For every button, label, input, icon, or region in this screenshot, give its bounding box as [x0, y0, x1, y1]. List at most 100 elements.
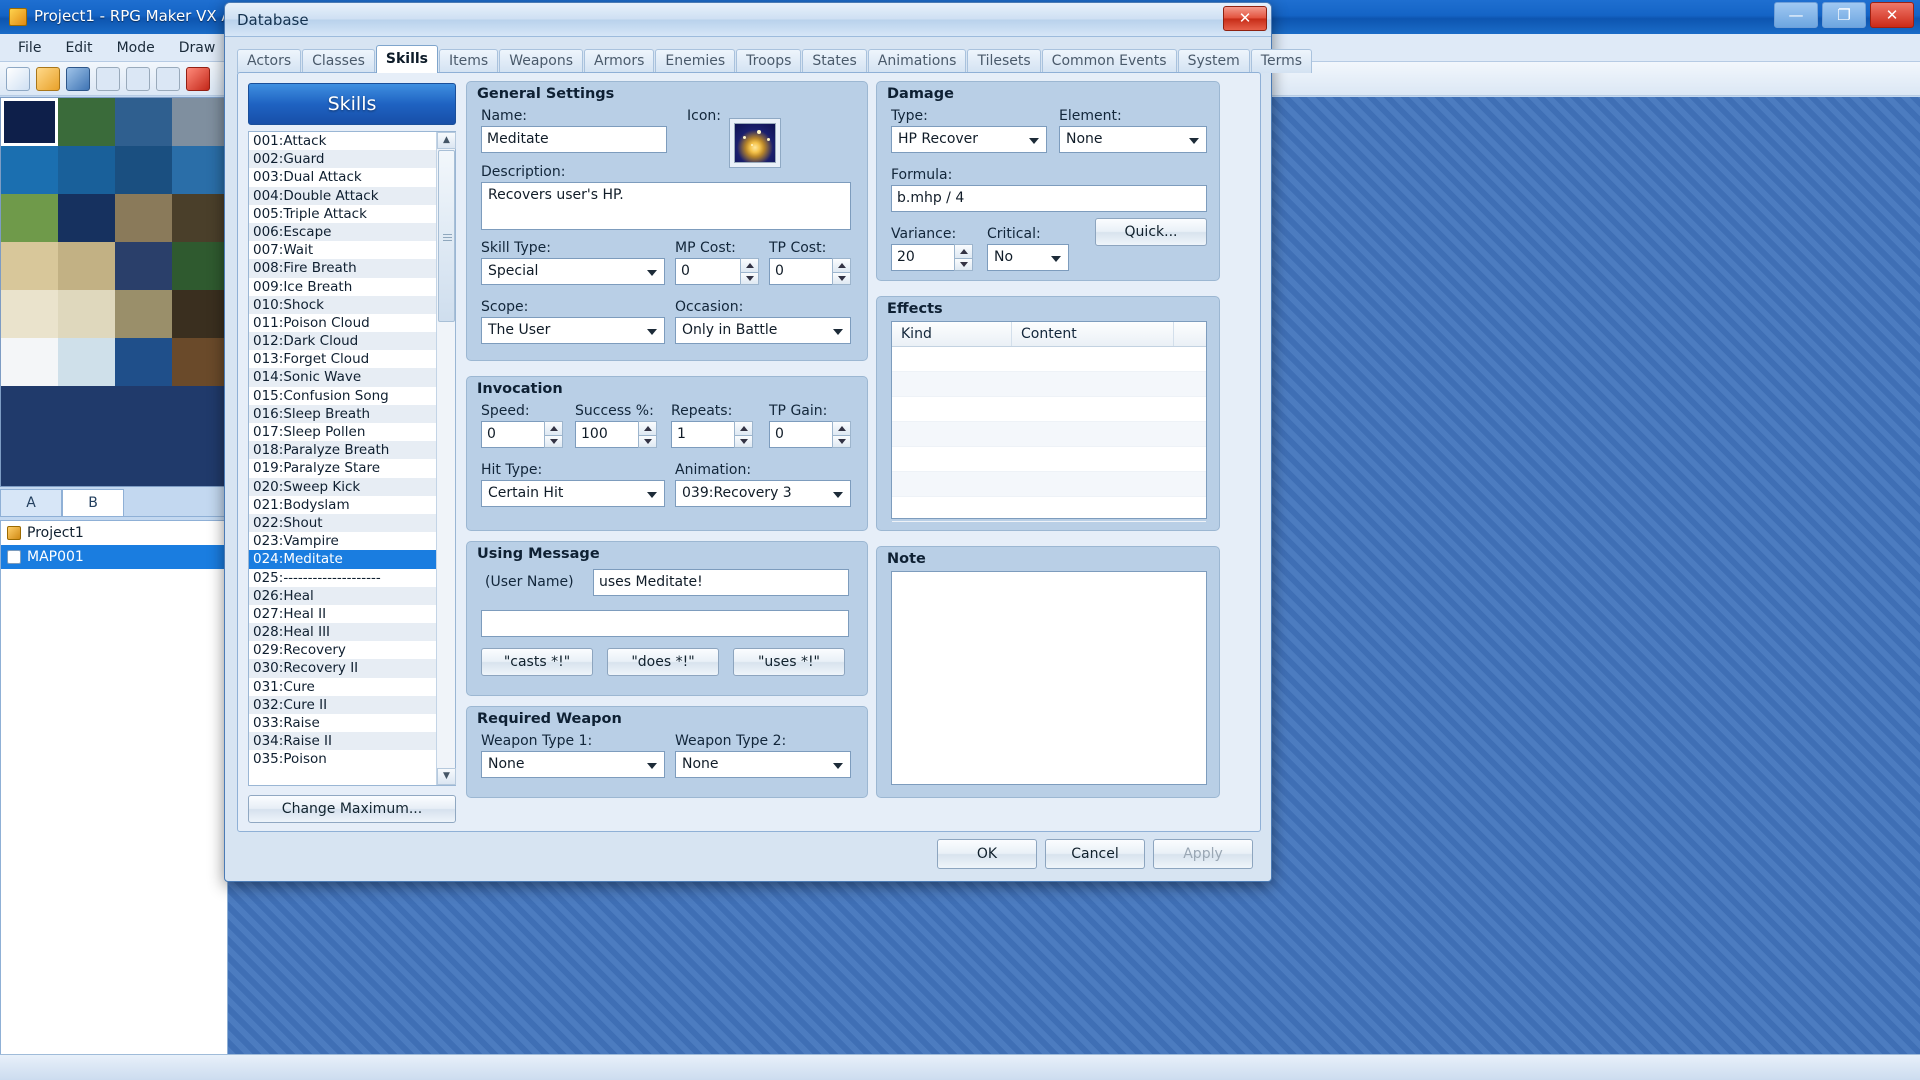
- ok-button[interactable]: OK: [937, 839, 1037, 869]
- menu-edit[interactable]: Edit: [55, 37, 102, 59]
- skill-list-item[interactable]: 013:Forget Cloud: [249, 350, 437, 368]
- tab-enemies[interactable]: Enemies: [655, 49, 735, 73]
- skill-list-item[interactable]: 007:Wait: [249, 241, 437, 259]
- tile-cell[interactable]: [1, 242, 58, 290]
- menu-file[interactable]: File: [8, 37, 51, 59]
- skill-list-item[interactable]: 022:Shout: [249, 514, 437, 532]
- tile-cell[interactable]: [1, 146, 58, 194]
- speed-decrement-icon[interactable]: [544, 435, 563, 449]
- does-preset-button[interactable]: "does *!": [607, 648, 719, 676]
- tab-items[interactable]: Items: [439, 49, 498, 73]
- skill-list-item[interactable]: 009:Ice Breath: [249, 278, 437, 296]
- tile-cell[interactable]: [172, 338, 228, 386]
- tile-cell[interactable]: [58, 194, 115, 242]
- success-increment-icon[interactable]: [638, 421, 657, 435]
- table-row[interactable]: [892, 472, 1206, 497]
- element-select[interactable]: None: [1059, 126, 1207, 153]
- new-project-icon[interactable]: [6, 67, 30, 91]
- tile-cell[interactable]: [58, 242, 115, 290]
- tile-cell[interactable]: [58, 290, 115, 338]
- tp-cost-stepper[interactable]: 0: [769, 258, 851, 285]
- maximize-icon[interactable]: ❐: [1822, 2, 1866, 28]
- hit-type-select[interactable]: Certain Hit: [481, 480, 665, 507]
- tab-animations[interactable]: Animations: [868, 49, 967, 73]
- copy-icon[interactable]: [126, 67, 150, 91]
- skill-list-item[interactable]: 031:Cure: [249, 678, 437, 696]
- tile-cell[interactable]: [1, 290, 58, 338]
- tile-cell[interactable]: [1, 194, 58, 242]
- skill-list-item[interactable]: 023:Vampire: [249, 532, 437, 550]
- skill-list-item[interactable]: 004:Double Attack: [249, 187, 437, 205]
- tile-cell[interactable]: [172, 194, 228, 242]
- tile-cell[interactable]: [58, 146, 115, 194]
- table-row[interactable]: [892, 497, 1206, 522]
- apply-button[interactable]: Apply: [1153, 839, 1253, 869]
- scroll-up-icon[interactable]: ▲: [437, 132, 456, 149]
- description-input[interactable]: Recovers user's HP.: [481, 182, 851, 230]
- mp-cost-stepper[interactable]: 0: [675, 258, 759, 285]
- occasion-select[interactable]: Only in Battle: [675, 317, 851, 344]
- skill-list-item[interactable]: 033:Raise: [249, 714, 437, 732]
- skill-list-item[interactable]: 001:Attack: [249, 132, 437, 150]
- editor-window-controls[interactable]: — ❐ ✕: [1774, 2, 1914, 28]
- map-layer-tabs[interactable]: A B: [0, 489, 228, 517]
- tab-system[interactable]: System: [1178, 49, 1250, 73]
- skill-list-item[interactable]: 016:Sleep Breath: [249, 405, 437, 423]
- minimize-icon[interactable]: —: [1774, 2, 1818, 28]
- skill-list-item[interactable]: 019:Paralyze Stare: [249, 459, 437, 477]
- skill-list-item[interactable]: 035:Poison: [249, 750, 437, 768]
- formula-input[interactable]: b.mhp / 4: [891, 185, 1207, 212]
- effects-table-body[interactable]: [892, 347, 1206, 518]
- skill-list-item[interactable]: 024:Meditate: [249, 550, 437, 568]
- tab-troops[interactable]: Troops: [736, 49, 801, 73]
- repeats-increment-icon[interactable]: [734, 421, 753, 435]
- skill-list-item[interactable]: 026:Heal: [249, 587, 437, 605]
- skill-list-item[interactable]: 018:Paralyze Breath: [249, 441, 437, 459]
- tab-states[interactable]: States: [802, 49, 866, 73]
- success-rate-input[interactable]: 100: [575, 421, 638, 448]
- skills-list[interactable]: 001:Attack002:Guard003:Dual Attack004:Do…: [249, 132, 437, 785]
- skill-list-item[interactable]: 006:Escape: [249, 223, 437, 241]
- skill-list-item[interactable]: 034:Raise II: [249, 732, 437, 750]
- tp-gain-stepper[interactable]: 0: [769, 421, 851, 448]
- paste-icon[interactable]: [156, 67, 180, 91]
- repeats-decrement-icon[interactable]: [734, 435, 753, 449]
- skill-list-item[interactable]: 010:Shock: [249, 296, 437, 314]
- skill-list-item[interactable]: 008:Fire Breath: [249, 259, 437, 277]
- tile-cell[interactable]: [115, 98, 172, 146]
- tp-cost-increment-icon[interactable]: [832, 258, 851, 272]
- using-message-line2-input[interactable]: [481, 610, 849, 637]
- tab-skills[interactable]: Skills: [376, 45, 438, 73]
- skill-list-item[interactable]: 028:Heal III: [249, 623, 437, 641]
- delete-icon[interactable]: [186, 67, 210, 91]
- variance-decrement-icon[interactable]: [954, 258, 973, 272]
- tab-common-events[interactable]: Common Events: [1042, 49, 1177, 73]
- skill-list-item[interactable]: 003:Dual Attack: [249, 168, 437, 186]
- skills-list-container[interactable]: 001:Attack002:Guard003:Dual Attack004:Do…: [248, 131, 456, 786]
- tab-layer-a[interactable]: A: [0, 489, 62, 516]
- success-decrement-icon[interactable]: [638, 435, 657, 449]
- skill-list-item[interactable]: 020:Sweep Kick: [249, 478, 437, 496]
- scope-select[interactable]: The User: [481, 317, 665, 344]
- success-rate-stepper[interactable]: 100: [575, 421, 657, 448]
- casts-preset-button[interactable]: "casts *!": [481, 648, 593, 676]
- uses-preset-button[interactable]: "uses *!": [733, 648, 845, 676]
- tile-cell[interactable]: [115, 242, 172, 290]
- tile-cell[interactable]: [115, 146, 172, 194]
- note-textarea[interactable]: [891, 571, 1207, 785]
- skills-list-scrollbar[interactable]: ▲ ▼: [436, 132, 455, 785]
- tab-terms[interactable]: Terms: [1251, 49, 1312, 73]
- skill-list-item[interactable]: 017:Sleep Pollen: [249, 423, 437, 441]
- variance-input[interactable]: 20: [891, 244, 954, 271]
- skill-list-item[interactable]: 012:Dark Cloud: [249, 332, 437, 350]
- tile-cell[interactable]: [172, 98, 228, 146]
- table-row[interactable]: [892, 422, 1206, 447]
- skill-list-item[interactable]: 029:Recovery: [249, 641, 437, 659]
- change-maximum-button[interactable]: Change Maximum...: [248, 795, 456, 823]
- variance-increment-icon[interactable]: [954, 244, 973, 258]
- quick-button[interactable]: Quick...: [1095, 218, 1207, 246]
- skill-list-item[interactable]: 002:Guard: [249, 150, 437, 168]
- tile-cell[interactable]: [172, 290, 228, 338]
- mp-cost-input[interactable]: 0: [675, 258, 740, 285]
- repeats-stepper[interactable]: 1: [671, 421, 753, 448]
